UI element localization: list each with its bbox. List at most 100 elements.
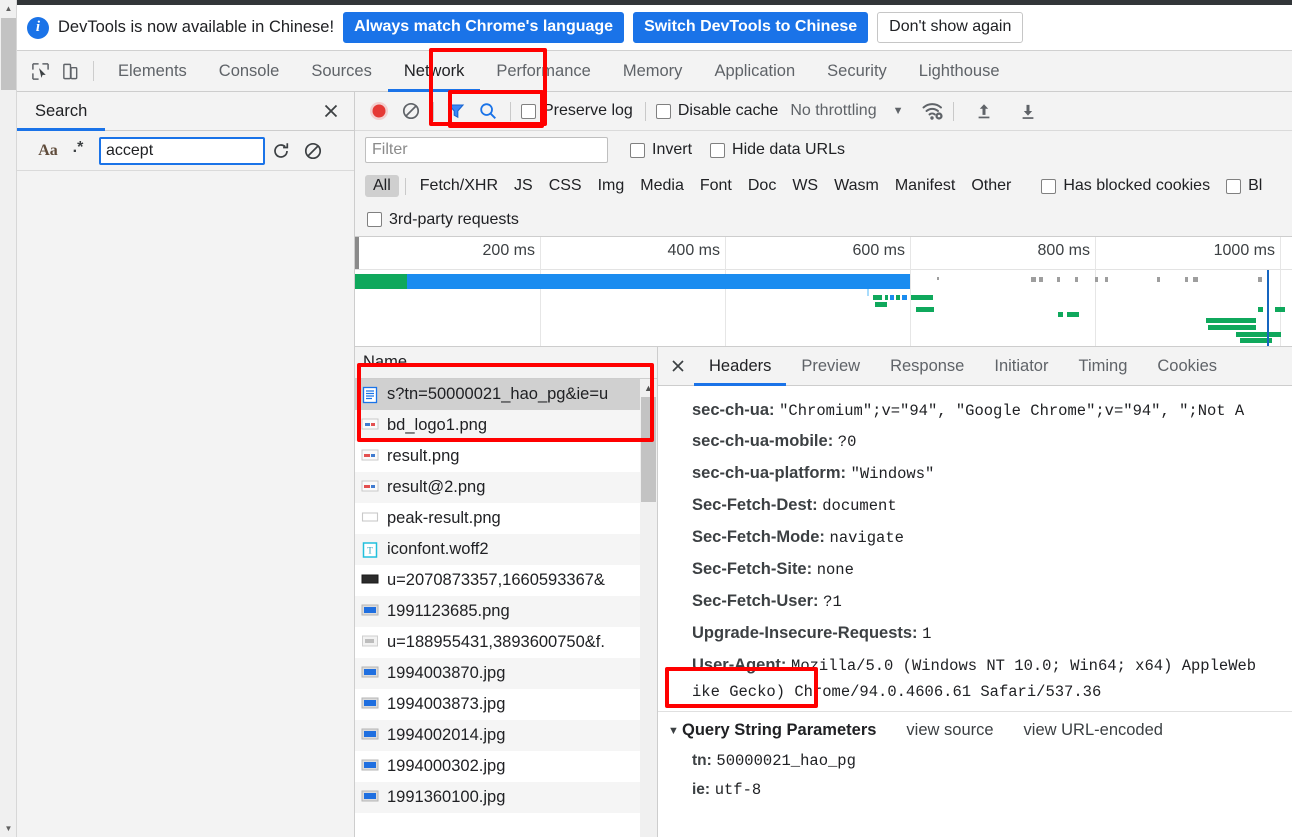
checkbox-box[interactable] bbox=[1226, 178, 1242, 194]
table-row[interactable]: 1991360100.jpg bbox=[355, 782, 657, 813]
checkbox-box[interactable] bbox=[655, 103, 671, 119]
tab-response[interactable]: Response bbox=[875, 347, 979, 386]
table-row[interactable]: result.png bbox=[355, 441, 657, 472]
type-filter-doc[interactable]: Doc bbox=[740, 175, 784, 197]
inspect-element-icon[interactable] bbox=[25, 57, 55, 85]
table-row[interactable]: u=2070873357,1660593367& bbox=[355, 565, 657, 596]
search-input[interactable] bbox=[99, 136, 265, 165]
requests-scrollbar[interactable]: ▲ ▼ bbox=[640, 379, 657, 837]
requests-column-header[interactable]: Name bbox=[355, 347, 657, 379]
clear-network-icon[interactable] bbox=[395, 96, 427, 126]
scroll-up-arrow-icon[interactable]: ▲ bbox=[0, 0, 17, 17]
type-filter-fetch-xhr[interactable]: Fetch/XHR bbox=[412, 175, 506, 197]
tab-cookies[interactable]: Cookies bbox=[1142, 347, 1232, 386]
tab-performance[interactable]: Performance bbox=[480, 51, 606, 92]
network-overview-timeline[interactable]: 200 ms 400 ms 600 ms 800 ms 1000 ms bbox=[355, 237, 1292, 347]
overview-band bbox=[1095, 277, 1098, 282]
header-value: document bbox=[822, 497, 897, 516]
throttling-select[interactable]: No throttling bbox=[790, 102, 876, 120]
scroll-down-arrow-icon[interactable]: ▼ bbox=[0, 820, 17, 837]
refresh-icon[interactable] bbox=[265, 137, 297, 165]
tab-headers[interactable]: Headers bbox=[694, 347, 787, 386]
type-filter-ws[interactable]: WS bbox=[784, 175, 826, 197]
match-case-toggle[interactable]: Aa bbox=[33, 142, 63, 160]
disable-cache-checkbox[interactable]: Disable cache bbox=[655, 102, 778, 120]
triangle-down-icon[interactable]: ▼ bbox=[668, 725, 682, 737]
tab-preview[interactable]: Preview bbox=[786, 347, 875, 386]
preserve-log-checkbox[interactable]: Preserve log bbox=[521, 102, 633, 120]
network-filter-row: Invert Hide data URLs bbox=[355, 131, 1292, 169]
tab-sources[interactable]: Sources bbox=[295, 51, 388, 92]
view-source-link[interactable]: view source bbox=[906, 721, 993, 740]
has-blocked-cookies-checkbox[interactable]: Has blocked cookies bbox=[1041, 177, 1210, 195]
type-filter-font[interactable]: Font bbox=[692, 175, 740, 197]
table-row[interactable]: 1994002014.jpg bbox=[355, 720, 657, 751]
type-filter-js[interactable]: JS bbox=[506, 175, 541, 197]
checkbox-box[interactable] bbox=[521, 103, 536, 119]
device-toolbar-icon[interactable] bbox=[55, 57, 85, 85]
table-row[interactable]: 1994000302.jpg bbox=[355, 751, 657, 782]
requests-scrollbar-thumb[interactable] bbox=[641, 397, 656, 502]
tab-memory[interactable]: Memory bbox=[607, 51, 699, 92]
requests-rows[interactable]: s?tn=50000021_hao_pg&ie=u bd_logo1.png r… bbox=[355, 379, 657, 837]
type-filter-css[interactable]: CSS bbox=[541, 175, 590, 197]
record-stop-icon[interactable] bbox=[363, 96, 395, 126]
type-filter-media[interactable]: Media bbox=[632, 175, 692, 197]
view-url-encoded-link[interactable]: view URL-encoded bbox=[1024, 721, 1163, 740]
request-name: result.png bbox=[387, 447, 460, 465]
tab-security[interactable]: Security bbox=[811, 51, 903, 92]
tab-timing[interactable]: Timing bbox=[1063, 347, 1142, 386]
checkbox-box[interactable] bbox=[367, 212, 382, 227]
type-filter-manifest[interactable]: Manifest bbox=[887, 175, 963, 197]
download-har-icon[interactable] bbox=[1012, 96, 1044, 126]
table-row[interactable]: T iconfont.woff2 bbox=[355, 534, 657, 565]
checkbox-box[interactable] bbox=[1041, 178, 1057, 194]
table-row[interactable]: u=188955431,3893600750&f. bbox=[355, 627, 657, 658]
switch-devtools-to-chinese-button[interactable]: Switch DevTools to Chinese bbox=[633, 12, 869, 43]
clear-icon[interactable] bbox=[297, 137, 329, 165]
type-filter-img[interactable]: Img bbox=[590, 175, 633, 197]
filter-funnel-icon[interactable] bbox=[440, 96, 472, 126]
always-match-language-button[interactable]: Always match Chrome's language bbox=[343, 12, 625, 43]
type-filter-wasm[interactable]: Wasm bbox=[826, 175, 887, 197]
regex-toggle[interactable]: .* bbox=[63, 139, 93, 162]
upload-har-icon[interactable] bbox=[968, 96, 1000, 126]
table-row[interactable]: 1994003873.jpg bbox=[355, 689, 657, 720]
type-filter-other[interactable]: Other bbox=[963, 175, 1019, 197]
invert-checkbox[interactable]: Invert bbox=[630, 141, 692, 159]
toolbar-divider bbox=[953, 101, 955, 121]
checkbox-box[interactable] bbox=[710, 142, 726, 158]
table-row[interactable]: bd_logo1.png bbox=[355, 410, 657, 441]
table-row[interactable]: s?tn=50000021_hao_pg&ie=u bbox=[355, 379, 657, 410]
table-row[interactable]: 1991123685.png bbox=[355, 596, 657, 627]
table-row[interactable]: result@2.png bbox=[355, 472, 657, 503]
tab-console[interactable]: Console bbox=[203, 51, 296, 92]
blocked-requests-checkbox[interactable]: Bl bbox=[1226, 177, 1262, 195]
page-scrollbar[interactable]: ▲ ▼ bbox=[0, 0, 17, 837]
overview-band bbox=[1058, 312, 1063, 317]
hide-data-urls-checkbox[interactable]: Hide data URLs bbox=[710, 141, 845, 159]
chevron-down-icon[interactable]: ▼ bbox=[893, 105, 904, 117]
table-row[interactable]: 1994003870.jpg bbox=[355, 658, 657, 689]
checkbox-box[interactable] bbox=[630, 142, 645, 158]
type-filter-all[interactable]: All bbox=[365, 175, 399, 197]
third-party-requests-checkbox[interactable]: 3rd-party requests bbox=[367, 211, 519, 229]
close-icon[interactable] bbox=[662, 351, 694, 381]
request-name: s?tn=50000021_hao_pg&ie=u bbox=[387, 385, 609, 403]
wifi-settings-icon[interactable] bbox=[917, 96, 949, 126]
close-icon[interactable] bbox=[320, 100, 342, 122]
dont-show-again-button[interactable]: Don't show again bbox=[877, 12, 1024, 43]
tab-network[interactable]: Network bbox=[387, 51, 481, 92]
tab-search[interactable]: Search bbox=[17, 92, 106, 131]
table-row[interactable]: peak-result.png bbox=[355, 503, 657, 534]
scroll-up-arrow-icon[interactable]: ▲ bbox=[640, 379, 657, 396]
search-icon[interactable] bbox=[472, 96, 504, 126]
tab-lighthouse[interactable]: Lighthouse bbox=[903, 51, 1016, 92]
tab-elements[interactable]: Elements bbox=[102, 51, 203, 92]
overview-band bbox=[916, 307, 934, 312]
overview-band bbox=[1208, 325, 1256, 330]
tab-application[interactable]: Application bbox=[698, 51, 811, 92]
page-scrollbar-thumb[interactable] bbox=[1, 18, 16, 90]
filter-input[interactable] bbox=[365, 137, 608, 163]
tab-initiator[interactable]: Initiator bbox=[979, 347, 1063, 386]
